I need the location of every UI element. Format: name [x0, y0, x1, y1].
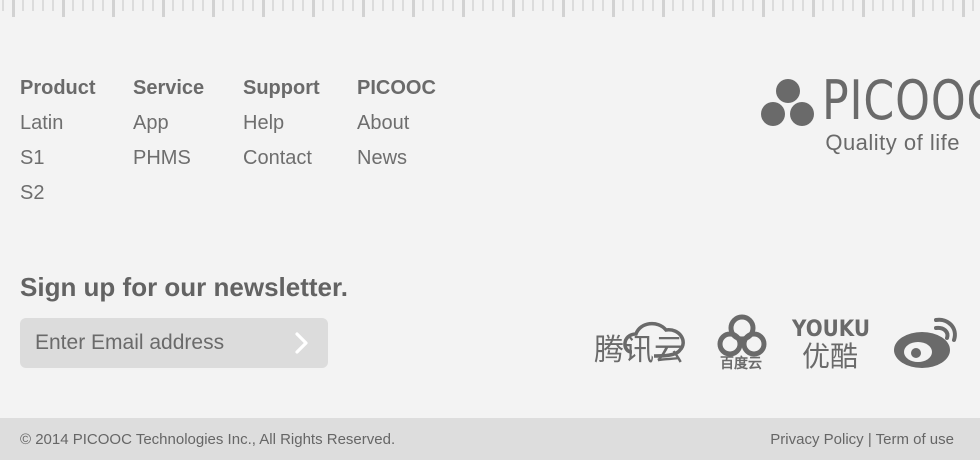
youku-label-bottom: 优酷: [802, 340, 858, 372]
legal-separator: |: [863, 431, 876, 448]
weibo-link[interactable]: [892, 312, 960, 372]
tencent-cloud-icon: 腾讯云: [594, 321, 685, 368]
nav-column-product: Product Latin S1 S2: [20, 76, 96, 205]
nav-link-about[interactable]: About: [357, 111, 436, 135]
chevron-right-icon[interactable]: [288, 330, 314, 356]
footer-bar: © 2014 PICOOC Technologies Inc., All Rig…: [0, 418, 980, 460]
tencent-cloud-label: 腾讯云: [594, 333, 684, 368]
youku-link[interactable]: YOUKU 优酷: [790, 312, 874, 373]
newsletter-form: [20, 318, 328, 368]
legal-links: Privacy Policy | Term of use: [770, 431, 954, 448]
brand-tagline: Quality of life: [825, 130, 960, 155]
nav-link-app[interactable]: App: [133, 111, 204, 135]
nav-column-picooc: PICOOC About News: [357, 76, 436, 170]
nav-link-s2[interactable]: S2: [20, 181, 96, 205]
copyright-text: © 2014 PICOOC Technologies Inc., All Rig…: [20, 431, 396, 448]
nav-link-s1[interactable]: S1: [20, 146, 96, 170]
brand-wordmark: PICOOC: [822, 69, 980, 132]
picooc-logo-icon: [761, 79, 814, 126]
brand-logo[interactable]: PICOOC Quality of life: [760, 74, 980, 158]
privacy-policy-link[interactable]: Privacy Policy: [770, 431, 863, 448]
nav-column-support: Support Help Contact: [243, 76, 320, 170]
nav-link-contact[interactable]: Contact: [243, 146, 320, 170]
baidu-cloud-icon: 百度云: [717, 314, 767, 372]
email-input[interactable]: [20, 318, 280, 368]
nav-heading-product: Product: [20, 77, 96, 99]
nav-link-phms[interactable]: PHMS: [133, 146, 204, 170]
nav-link-news[interactable]: News: [357, 146, 436, 170]
baidu-cloud-label: 百度云: [720, 355, 762, 372]
youku-label-top: YOUKU: [791, 317, 870, 342]
terms-of-use-link[interactable]: Term of use: [876, 431, 954, 448]
newsletter-title: Sign up for our newsletter.: [20, 272, 348, 302]
ruler-decoration: [0, 0, 980, 18]
nav-heading-picooc: PICOOC: [357, 77, 436, 99]
nav-link-latin[interactable]: Latin: [20, 111, 96, 135]
weibo-icon: [894, 317, 957, 368]
nav-heading-service: Service: [133, 77, 205, 99]
baidu-cloud-link[interactable]: 百度云: [716, 312, 772, 372]
youku-icon: YOUKU 优酷: [791, 317, 870, 373]
nav-column-service: Service App PHMS: [133, 76, 204, 170]
tencent-cloud-link[interactable]: 腾讯云: [592, 312, 696, 372]
nav-heading-support: Support: [243, 77, 320, 99]
nav-link-help[interactable]: Help: [243, 111, 320, 135]
